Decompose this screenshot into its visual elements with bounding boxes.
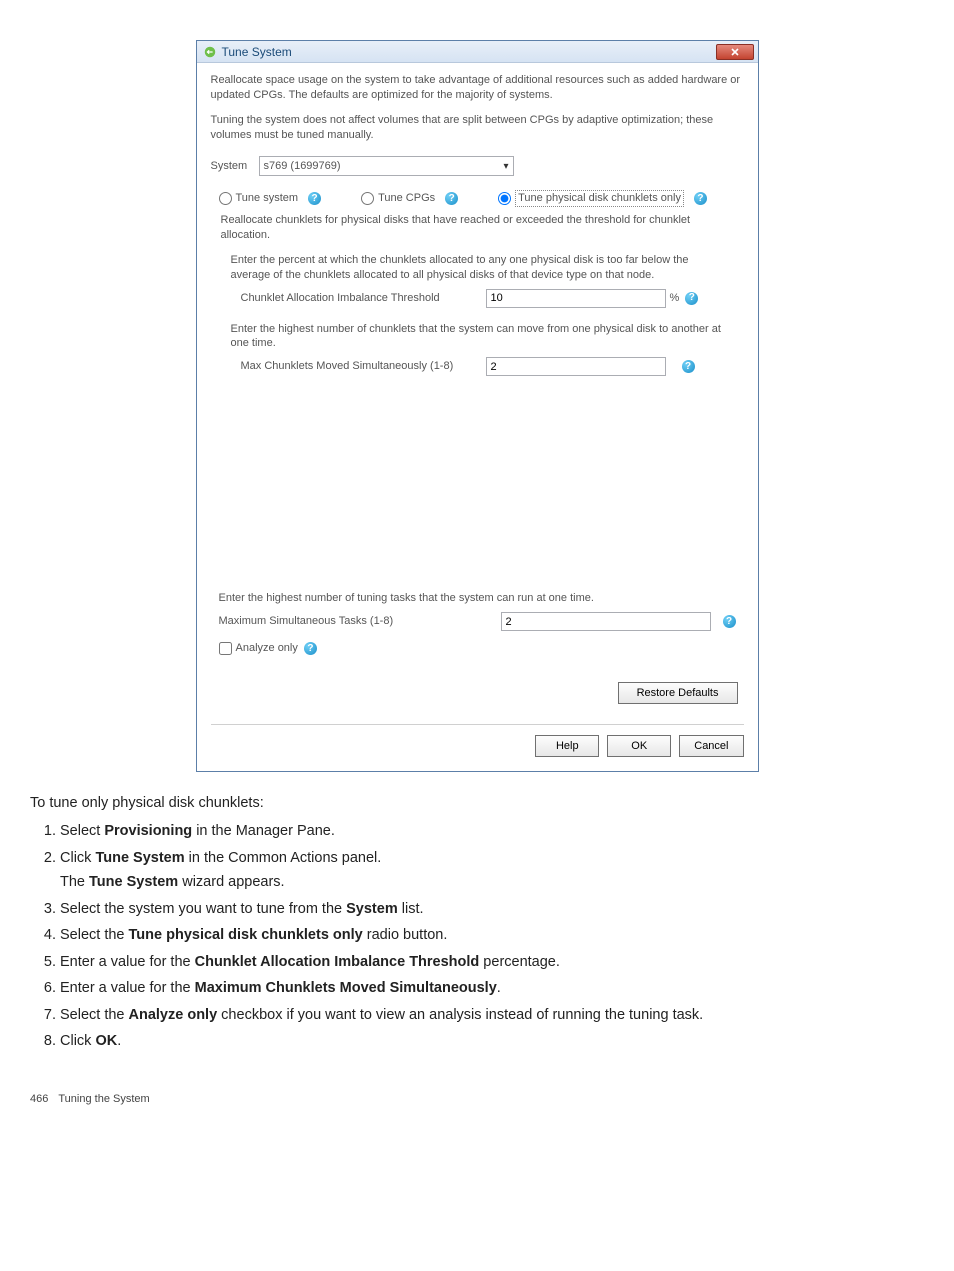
maxmove-label: Max Chunklets Moved Simultaneously (1-8) [231,359,486,374]
threshold-intro: Enter the percent at which the chunklets… [231,253,724,283]
cancel-button[interactable]: Cancel [679,735,743,757]
system-dropdown-value: s769 (1699769) [264,159,341,174]
instructions-lead: To tune only physical disk chunklets: [30,792,924,814]
step-3: Select the system you want to tune from … [60,898,924,920]
maxmove-intro: Enter the highest number of chunklets th… [231,322,724,352]
threshold-label: Chunklet Allocation Imbalance Threshold [231,291,486,306]
radio-desc: Reallocate chunklets for physical disks … [221,213,734,243]
titlebar: Tune System [197,41,758,63]
help-icon[interactable]: ? [694,192,707,205]
step-4: Select the Tune physical disk chunklets … [60,924,924,946]
radio-tune-pd-label: Tune physical disk chunklets only [515,190,684,207]
analyze-label: Analyze only [236,641,298,656]
help-icon[interactable]: ? [682,360,695,373]
maxtasks-intro: Enter the highest number of tuning tasks… [219,591,744,606]
instruction-text: To tune only physical disk chunklets: Se… [30,792,924,1053]
tune-icon [203,45,217,59]
radio-tune-pd[interactable]: Tune physical disk chunklets only [498,190,684,207]
radio-tune-cpgs[interactable]: Tune CPGs [361,191,435,206]
help-icon[interactable]: ? [685,292,698,305]
section-title: Tuning the System [58,1093,149,1105]
maxmove-input[interactable] [486,357,666,376]
restore-defaults-button[interactable]: Restore Defaults [618,682,738,704]
help-icon[interactable]: ? [304,642,317,655]
system-row: System s769 (1699769) ▾ [211,156,744,176]
threshold-input[interactable] [486,289,666,308]
step-6: Enter a value for the Maximum Chunklets … [60,977,924,999]
chevron-down-icon: ▾ [503,160,508,174]
dialog-title: Tune System [222,45,292,59]
help-button[interactable]: Help [535,735,599,757]
radio-tune-cpgs-label: Tune CPGs [378,191,435,206]
close-icon [731,48,739,56]
step-7: Select the Analyze only checkbox if you … [60,1004,924,1026]
pct-label: % [670,291,680,306]
help-icon[interactable]: ? [723,615,736,628]
step-8: Click OK. [60,1030,924,1052]
help-icon[interactable]: ? [308,192,321,205]
radio-tune-system[interactable]: Tune system [219,191,299,206]
close-button[interactable] [716,44,754,60]
ok-button[interactable]: OK [607,735,671,757]
help-icon[interactable]: ? [445,192,458,205]
step-1: Select Provisioning in the Manager Pane. [60,820,924,842]
tune-system-dialog: Tune System Reallocate space usage on th… [196,40,759,772]
intro-text-1: Reallocate space usage on the system to … [211,73,744,103]
intro-text-2: Tuning the system does not affect volume… [211,113,744,143]
maxtasks-label: Maximum Simultaneous Tasks (1-8) [211,614,501,629]
analyze-checkbox[interactable]: Analyze only ? [219,641,744,656]
step-2: Click Tune System in the Common Actions … [60,847,924,894]
radio-tune-system-label: Tune system [236,191,299,206]
step-5: Enter a value for the Chunklet Allocatio… [60,951,924,973]
system-label: System [211,159,259,174]
page-number: 466 [30,1093,48,1105]
maxtasks-input[interactable] [501,612,711,631]
page-footer: 466 Tuning the System [30,1093,924,1105]
system-dropdown[interactable]: s769 (1699769) ▾ [259,156,514,176]
